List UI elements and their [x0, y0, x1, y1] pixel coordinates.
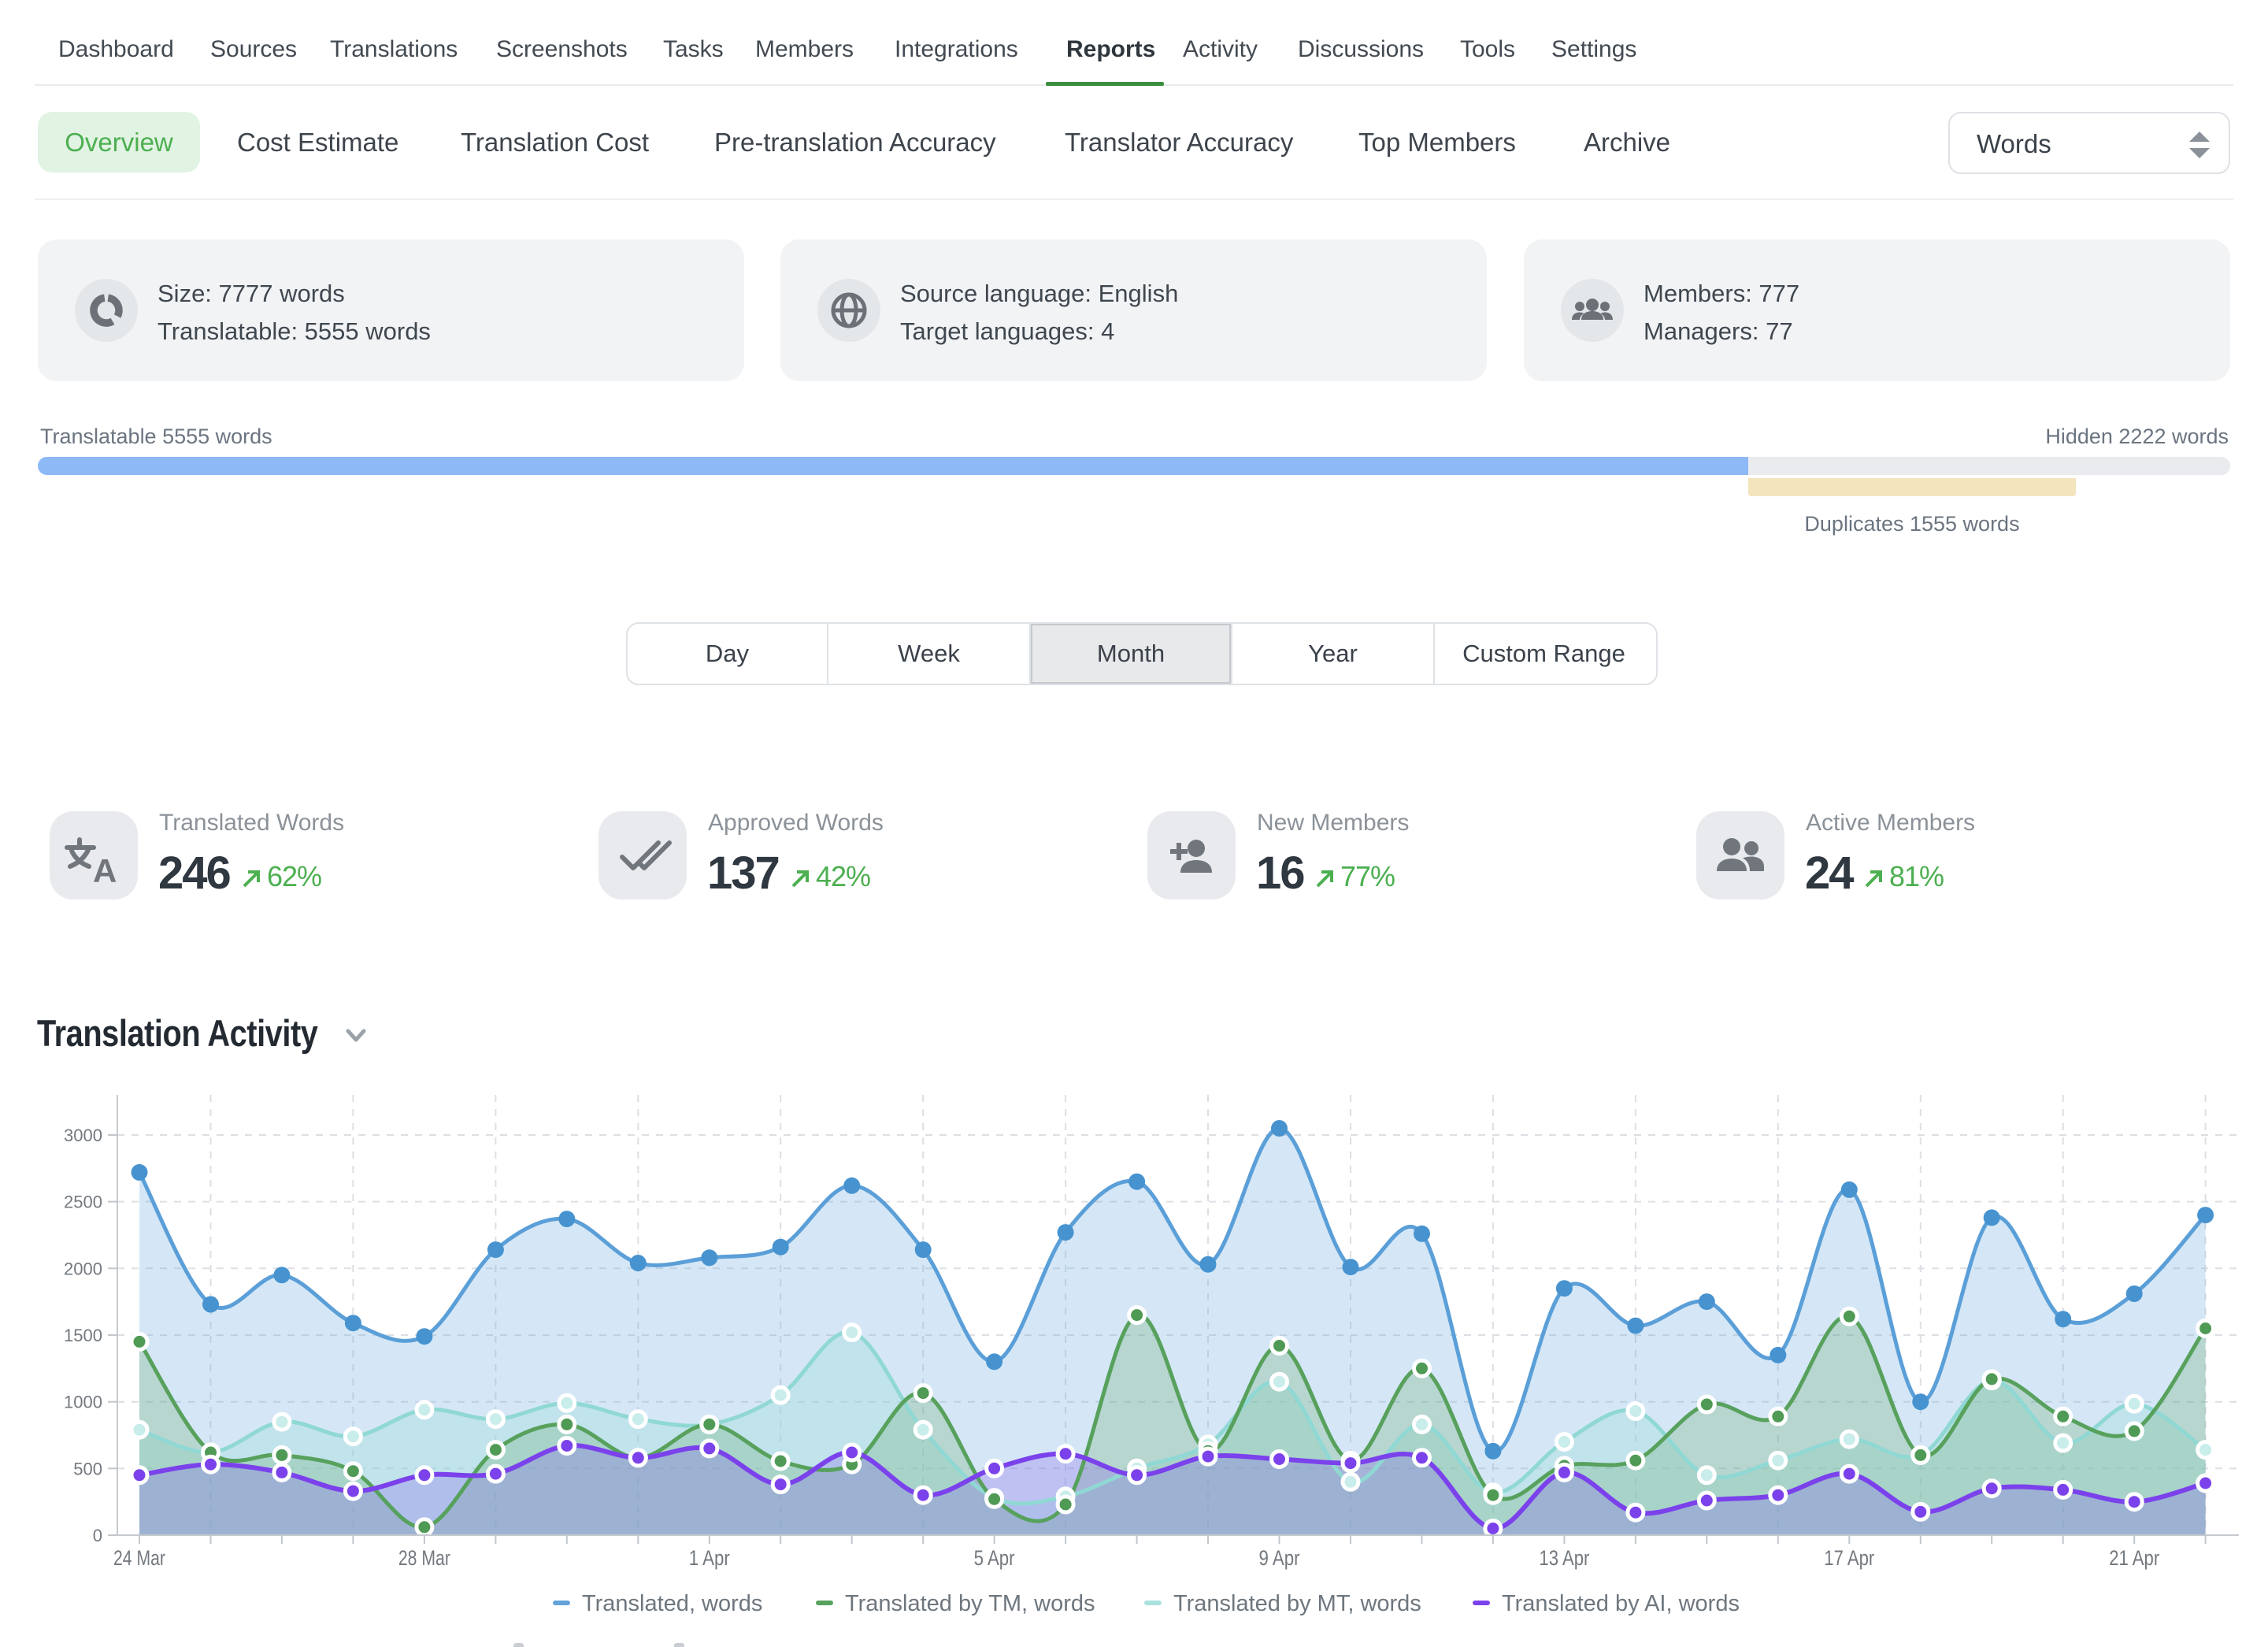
svg-text:28 Mar: 28 Mar	[398, 1546, 450, 1570]
svg-text:21 Apr: 21 Apr	[2109, 1546, 2159, 1570]
svg-text:9 Apr: 9 Apr	[1259, 1546, 1300, 1570]
svg-text:Translated by AI, words: Translated by AI, words	[1502, 1591, 1740, 1616]
svg-text:500: 500	[73, 1459, 102, 1478]
svg-text:1 Apr: 1 Apr	[689, 1546, 730, 1570]
svg-text:0: 0	[93, 1526, 102, 1545]
svg-text:Translated by TM, words: Translated by TM, words	[845, 1591, 1095, 1616]
svg-text:5 Apr: 5 Apr	[974, 1546, 1015, 1570]
svg-text:2500: 2500	[64, 1193, 102, 1212]
svg-text:17 Apr: 17 Apr	[1824, 1546, 1874, 1570]
svg-text:1500: 1500	[64, 1326, 102, 1345]
svg-text:A: A	[93, 852, 117, 889]
svg-text:Translated, words: Translated, words	[582, 1591, 762, 1616]
svg-text:3000: 3000	[64, 1126, 102, 1145]
svg-text:1000: 1000	[64, 1393, 102, 1412]
svg-text:2000: 2000	[64, 1259, 102, 1278]
svg-text:Translated by MT, words: Translated by MT, words	[1173, 1591, 1421, 1616]
svg-text:24 Mar: 24 Mar	[113, 1546, 165, 1570]
svg-text:13 Apr: 13 Apr	[1539, 1546, 1589, 1570]
